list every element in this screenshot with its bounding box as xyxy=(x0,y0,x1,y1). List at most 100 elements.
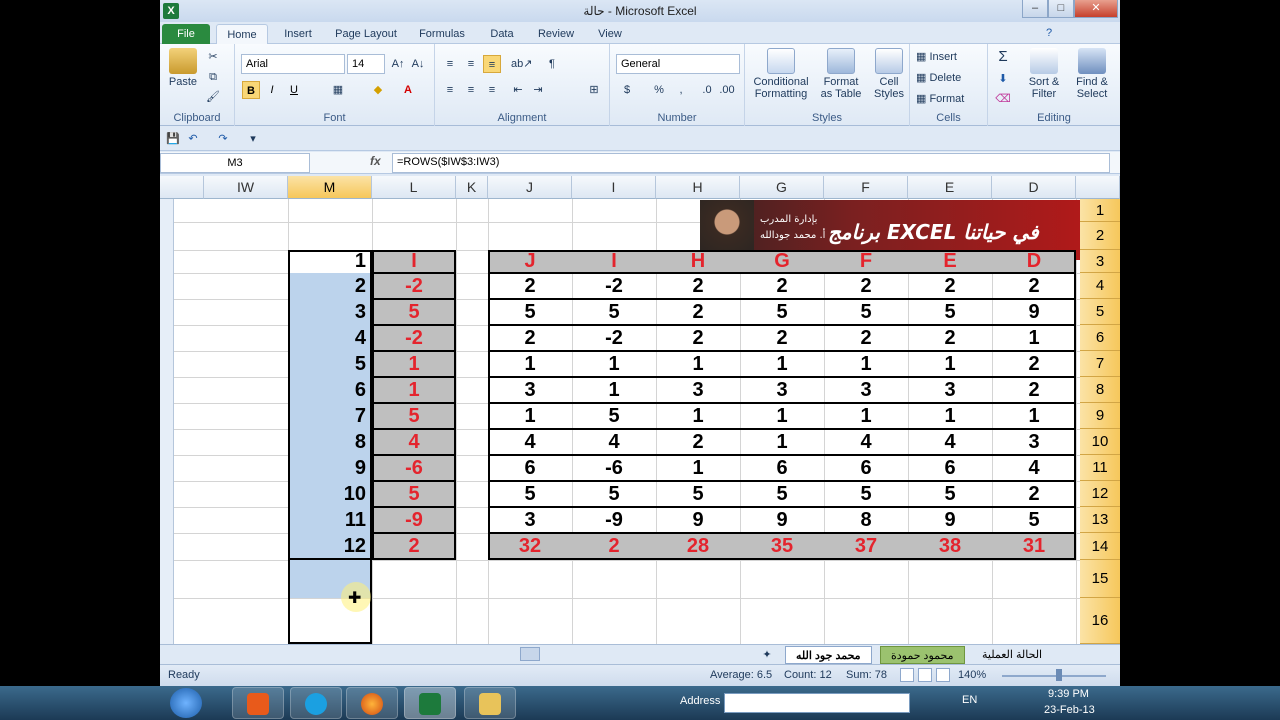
grow-font-icon[interactable]: A↑ xyxy=(389,55,407,73)
cell-l9[interactable]: 5 xyxy=(372,403,456,429)
column-header-j[interactable]: J xyxy=(488,176,572,199)
table-cell[interactable]: 2 xyxy=(908,325,992,351)
tab-data[interactable]: Data xyxy=(482,24,522,44)
table-cell[interactable]: 2 xyxy=(656,429,740,455)
cell-l4[interactable]: -2 xyxy=(372,273,456,299)
taskbar-skype[interactable] xyxy=(290,687,342,719)
maximize-button[interactable]: □ xyxy=(1048,0,1074,18)
copy-icon[interactable]: ⧉ xyxy=(204,68,222,86)
help-icon[interactable]: ? xyxy=(1040,24,1058,42)
table-cell[interactable]: 1 xyxy=(488,403,572,429)
autosum-icon[interactable]: Σ xyxy=(994,48,1012,66)
table-cell[interactable]: 5 xyxy=(572,403,656,429)
table-cell[interactable]: 9 xyxy=(740,507,824,533)
cell-m11[interactable]: 9 xyxy=(288,455,372,481)
table-cell[interactable]: 2 xyxy=(992,481,1076,507)
page-break-view-icon[interactable] xyxy=(936,668,950,682)
table-cell[interactable]: 1 xyxy=(740,403,824,429)
table-cell[interactable]: 4 xyxy=(908,429,992,455)
table-cell[interactable]: 9 xyxy=(992,299,1076,325)
table-total[interactable]: 35 xyxy=(740,533,824,560)
italic-button[interactable]: I xyxy=(263,81,281,99)
taskbar-explorer[interactable] xyxy=(464,687,516,719)
cell-l5[interactable]: 5 xyxy=(372,299,456,325)
cell-m4[interactable]: 2 xyxy=(288,273,372,299)
table-cell[interactable]: 5 xyxy=(740,299,824,325)
font-name-select[interactable]: Arial xyxy=(241,54,345,74)
table-cell[interactable]: 1 xyxy=(740,429,824,455)
table-cell[interactable]: 1 xyxy=(992,403,1076,429)
cell-l12[interactable]: 5 xyxy=(372,481,456,507)
table-header-d[interactable]: D xyxy=(992,250,1076,273)
row-header-3[interactable]: 3 xyxy=(1080,250,1120,273)
sheet-tab-active[interactable]: محمد جود الله xyxy=(785,646,872,664)
table-header-i[interactable]: I xyxy=(572,250,656,273)
tab-page-layout[interactable]: Page Layout xyxy=(330,24,402,44)
fill-color-icon[interactable]: ◆ xyxy=(369,81,387,99)
cell-m10[interactable]: 8 xyxy=(288,429,372,455)
formula-input[interactable]: =ROWS($IW$3:IW3) xyxy=(392,153,1110,173)
sheet-tab-2[interactable]: محمود حمودة xyxy=(880,646,965,664)
table-cell[interactable]: 3 xyxy=(992,429,1076,455)
find-select-button[interactable]: Find & Select xyxy=(1070,48,1114,100)
insert-sheet-icon[interactable]: ✦ xyxy=(758,646,776,664)
start-button[interactable] xyxy=(170,688,202,718)
table-cell[interactable]: 5 xyxy=(572,299,656,325)
zoom-slider-thumb[interactable] xyxy=(1056,669,1062,681)
table-cell[interactable]: 6 xyxy=(824,455,908,481)
column-header-i[interactable]: I xyxy=(572,176,656,199)
align-center-icon[interactable]: ≡ xyxy=(462,81,480,99)
clock-date[interactable]: 23-Feb-13 xyxy=(1044,704,1095,716)
cell-m12[interactable]: 10 xyxy=(288,481,372,507)
table-cell[interactable]: 2 xyxy=(992,273,1076,299)
table-cell[interactable]: 3 xyxy=(824,377,908,403)
cell-m3[interactable]: 1 xyxy=(288,250,372,273)
table-cell[interactable]: 5 xyxy=(824,299,908,325)
table-cell[interactable]: 5 xyxy=(992,507,1076,533)
format-painter-icon[interactable]: 🖌 xyxy=(204,88,222,106)
table-cell[interactable]: 2 xyxy=(656,299,740,325)
table-cell[interactable]: 1 xyxy=(992,325,1076,351)
paste-button[interactable]: Paste xyxy=(166,48,200,88)
row-header-11[interactable]: 11 xyxy=(1080,455,1120,481)
table-total[interactable]: 31 xyxy=(992,533,1076,560)
row-header-13[interactable]: 13 xyxy=(1080,507,1120,533)
row-header-16[interactable]: 16 xyxy=(1080,598,1120,644)
taskbar-firefox[interactable] xyxy=(346,687,398,719)
tab-insert[interactable]: Insert xyxy=(278,24,318,44)
row-header-1[interactable]: 1 xyxy=(1080,199,1120,222)
row-header-5[interactable]: 5 xyxy=(1080,299,1120,325)
language-indicator[interactable]: EN xyxy=(962,694,977,706)
table-cell[interactable]: 5 xyxy=(656,481,740,507)
column-header-iw[interactable]: IW xyxy=(204,176,288,199)
horizontal-scroll-thumb[interactable] xyxy=(520,647,540,661)
merge-center-icon[interactable]: ⊞ xyxy=(585,81,603,99)
column-header-e[interactable]: E xyxy=(908,176,992,199)
cell-m8[interactable]: 6 xyxy=(288,377,372,403)
cell-m6[interactable]: 4 xyxy=(288,325,372,351)
table-cell[interactable]: 2 xyxy=(908,273,992,299)
table-cell[interactable]: 1 xyxy=(656,403,740,429)
sort-filter-button[interactable]: Sort & Filter xyxy=(1020,48,1068,100)
align-bottom-icon[interactable]: ≡ xyxy=(483,55,501,73)
increase-decimal-icon[interactable]: .0 xyxy=(698,81,716,99)
currency-button[interactable]: $ xyxy=(618,81,636,99)
taskbar-app-1[interactable] xyxy=(232,687,284,719)
column-header-k[interactable]: K xyxy=(456,176,488,199)
table-header-e[interactable]: E xyxy=(908,250,992,273)
table-header-f[interactable]: F xyxy=(824,250,908,273)
tab-review[interactable]: Review xyxy=(532,24,580,44)
decrease-decimal-icon[interactable]: .00 xyxy=(718,81,736,99)
table-total[interactable]: 37 xyxy=(824,533,908,560)
table-cell[interactable]: 1 xyxy=(572,377,656,403)
table-header-h[interactable]: H xyxy=(656,250,740,273)
table-total[interactable]: 38 xyxy=(908,533,992,560)
taskbar-excel[interactable] xyxy=(404,687,456,719)
table-cell[interactable]: 9 xyxy=(656,507,740,533)
table-cell[interactable]: 2 xyxy=(992,377,1076,403)
tab-formulas[interactable]: Formulas xyxy=(414,24,470,44)
minimize-button[interactable]: – xyxy=(1022,0,1048,18)
cell-m13[interactable]: 11 xyxy=(288,507,372,533)
table-cell[interactable]: 6 xyxy=(908,455,992,481)
decrease-indent-icon[interactable]: ⇤ xyxy=(509,81,527,99)
